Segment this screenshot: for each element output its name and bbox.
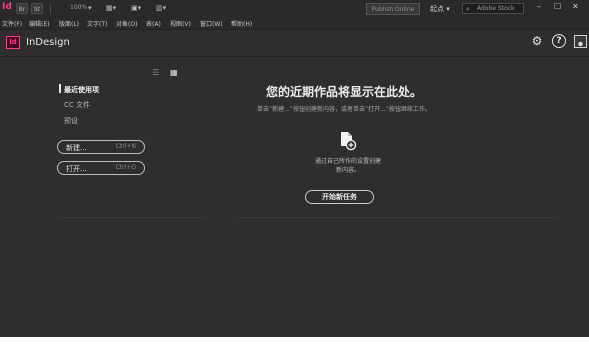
open-button[interactable]: 打开... Ctrl+O [57, 161, 145, 175]
arrange-documents-icon[interactable]: ▥▾ [156, 4, 170, 13]
toolbar-separator [50, 4, 51, 14]
minimize-icon[interactable]: – [537, 2, 541, 11]
menu-file[interactable]: 文件(F) [2, 19, 22, 28]
maximize-icon[interactable]: ☐ [554, 2, 561, 11]
chevron-down-icon: ▾ [446, 5, 450, 13]
empty-state-heading: 您的近期作品将显示在此处。 [265, 85, 422, 99]
stock-search-placeholder: Adobe Stock [477, 5, 515, 12]
gear-icon[interactable]: ⚙ [530, 34, 544, 48]
menu-bar: 文件(F) 编辑(E) 版面(L) 文字(T) 对象(O) 表(A) 视图(V)… [0, 18, 589, 30]
thumbnail-view-icon[interactable]: ▦ [170, 68, 178, 77]
user-avatar[interactable] [574, 35, 587, 48]
menu-table[interactable]: 表(A) [146, 19, 161, 28]
new-shortcut: Ctrl+N [115, 143, 136, 150]
menu-window[interactable]: 窗口(W) [200, 19, 223, 28]
user-icon [578, 41, 583, 47]
start-screen-header [0, 30, 589, 57]
menu-edit[interactable]: 编辑(E) [29, 19, 49, 28]
adobe-stock-search-input[interactable]: ⌕ Adobe Stock [462, 3, 524, 14]
open-shortcut: Ctrl+O [115, 164, 136, 171]
screen-mode-icon[interactable]: ▣▾ [131, 4, 145, 13]
left-divider [57, 217, 207, 218]
new-button-label: 新建... [66, 144, 87, 152]
indesign-logo: Id [6, 36, 20, 49]
list-view-icon[interactable]: ☰ [152, 68, 159, 77]
application-bar: Id Br St 100% ▾ ▦▾ ▣▾ ▥▾ Publish Online … [0, 0, 589, 18]
help-icon[interactable]: ? [552, 34, 566, 48]
active-nav-indicator [59, 84, 61, 93]
new-document-icon [341, 132, 357, 151]
view-options-icon[interactable]: ▦▾ [106, 4, 120, 13]
zoom-level[interactable]: 100% [70, 4, 87, 11]
screenshot-bottom-margin [0, 337, 589, 359]
close-icon[interactable]: ✕ [572, 2, 579, 11]
create-hint-line1: 通过自己所作的设置创建 [314, 158, 381, 165]
app-title: InDesign [26, 37, 70, 48]
indesign-mini-logo: Id [2, 2, 12, 12]
stock-button[interactable]: St [31, 3, 43, 14]
new-button[interactable]: 新建... Ctrl+N [57, 140, 145, 154]
workspace-switcher[interactable]: 起点 ▾ [430, 4, 450, 14]
menu-object[interactable]: 对象(O) [116, 19, 137, 28]
empty-state-subtext: 单击“新建...”按钮创建新内容，或者单击“打开...”按钮继续工作。 [257, 106, 431, 113]
main-divider [238, 217, 558, 218]
publish-online-button[interactable]: Publish Online [366, 3, 420, 15]
create-hint-line2: 新内容。 [335, 167, 360, 174]
zoom-dropdown-icon[interactable]: ▾ [88, 4, 102, 13]
search-icon: ⌕ [466, 5, 470, 13]
open-button-label: 打开... [66, 165, 87, 173]
workspace-label: 起点 [430, 5, 444, 13]
menu-layout[interactable]: 版面(L) [59, 19, 79, 28]
indesign-window: Id Br St 100% ▾ ▦▾ ▣▾ ▥▾ Publish Online … [0, 0, 589, 359]
nav-recent[interactable]: 最近使用项 [64, 85, 99, 95]
menu-view[interactable]: 视图(V) [170, 19, 191, 28]
nav-cc-files[interactable]: CC 文件 [64, 100, 90, 110]
start-new-task-button[interactable]: 开始新任务 [305, 190, 374, 204]
nav-presets[interactable]: 预设 [64, 116, 78, 126]
menu-help[interactable]: 帮助(H) [231, 19, 252, 28]
menu-type[interactable]: 文字(T) [87, 19, 107, 28]
create-hint: 通过自己所作的设置创建 新内容。 [292, 157, 404, 175]
bridge-button[interactable]: Br [16, 3, 28, 14]
